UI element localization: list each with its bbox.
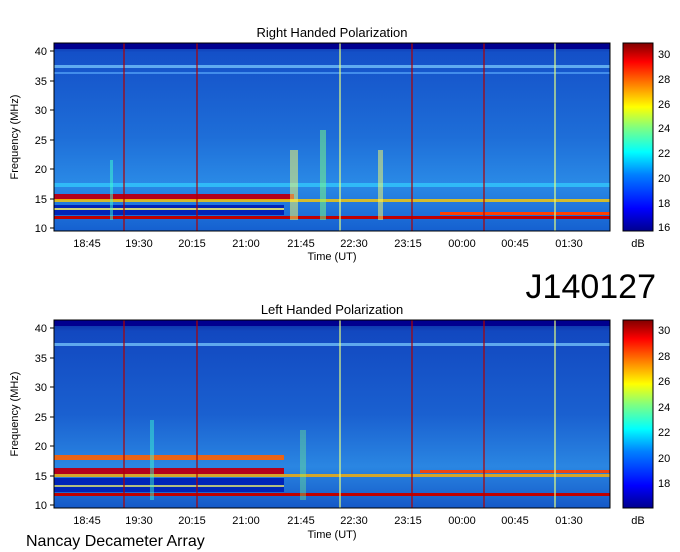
heatmap-plot-area — [53, 319, 611, 509]
colorbar-tick-label: 28 — [658, 74, 670, 86]
heatmap-background — [54, 43, 610, 231]
heatmap-band-18mhz — [54, 455, 284, 460]
x-tick-label: 20:15 — [178, 238, 206, 250]
x-axis: 18:45 19:30 20:15 21:00 21:45 22:30 23:1… — [73, 238, 583, 263]
colorbar: 16 18 20 22 24 26 28 30 dB — [622, 42, 670, 250]
x-tick-label: 23:15 — [394, 515, 422, 527]
footer-label: Nancay Decameter Array — [26, 533, 205, 550]
panel-left-polarization: Left Handed Polarization 10 15 20 25 30 … — [9, 302, 670, 541]
heatmap-burst-1 — [150, 420, 154, 500]
x-tick-label: 22:30 — [340, 238, 368, 250]
colorbar-tick-label: 26 — [658, 99, 670, 111]
heatmap-burst-3 — [378, 150, 383, 220]
x-tick-label: 19:30 — [125, 238, 153, 250]
y-tick-label: 25 — [35, 135, 47, 147]
heatmap-band-18mhz-cyan — [54, 183, 610, 187]
heatmap-band-15mhz — [54, 474, 610, 477]
heatmap-burst-1 — [290, 150, 298, 220]
heatmap-burst-4 — [110, 160, 113, 220]
heatmap-band-35mhz — [54, 72, 610, 74]
x-tick-label: 23:15 — [394, 238, 422, 250]
x-tick-label: 21:00 — [232, 515, 260, 527]
y-axis-label: Frequency (MHz) — [9, 372, 21, 457]
colorbar-tick-label: 30 — [658, 49, 670, 61]
panel-right-polarization: Right Handed Polarization 10 15 20 25 30… — [9, 25, 670, 263]
colorbar-tick-label: 22 — [658, 427, 670, 439]
y-tick-label: 30 — [35, 105, 47, 117]
heatmap-band-late — [420, 470, 610, 473]
colorbar-gradient — [622, 42, 654, 232]
x-axis-label: Time (UT) — [307, 251, 356, 263]
y-axis: 10 15 20 25 30 35 40 Frequency (MHz) — [9, 46, 54, 235]
heatmap-top-band — [54, 320, 610, 326]
x-tick-label: 21:00 — [232, 238, 260, 250]
heatmap-band-12mhz — [54, 216, 610, 219]
x-tick-label: 21:45 — [287, 515, 315, 527]
colorbar-gradient — [622, 319, 654, 509]
heatmap-band-12mhz — [54, 493, 610, 496]
x-tick-label: 00:45 — [501, 515, 529, 527]
y-tick-label: 15 — [35, 194, 47, 206]
colorbar-tick-label: 24 — [658, 402, 670, 414]
heatmap-top-band — [54, 43, 610, 49]
x-tick-label: 19:30 — [125, 515, 153, 527]
figure-id: J140127 — [526, 268, 656, 306]
chart-title: Right Handed Polarization — [256, 25, 407, 40]
heatmap-band-15mhz — [54, 199, 610, 202]
colorbar-tick-label: 24 — [658, 123, 670, 135]
colorbar-tick-label: 18 — [658, 198, 670, 210]
x-tick-label: 00:00 — [448, 515, 476, 527]
colorbar-unit-label: dB — [631, 515, 644, 527]
y-tick-label: 10 — [35, 223, 47, 235]
y-axis: 10 15 20 25 30 35 40 Frequency (MHz) — [9, 323, 54, 512]
y-tick-label: 35 — [35, 353, 47, 365]
y-axis-label: Frequency (MHz) — [9, 95, 21, 180]
heatmap-band-36mhz — [54, 65, 610, 68]
colorbar-tick-label: 28 — [658, 351, 670, 363]
colorbar-tick-label: 18 — [658, 478, 670, 490]
y-tick-label: 20 — [35, 441, 47, 453]
colorbar-tick-label: 20 — [658, 453, 670, 465]
colorbar-tick-label: 20 — [658, 173, 670, 185]
x-tick-label: 00:45 — [501, 238, 529, 250]
y-tick-label: 35 — [35, 76, 47, 88]
heatmap-band-13mhz — [54, 208, 284, 210]
colorbar-tick-label: 22 — [658, 148, 670, 160]
colorbar-tick-label: 26 — [658, 376, 670, 388]
x-tick-label: 18:45 — [73, 515, 101, 527]
y-tick-label: 40 — [35, 46, 47, 58]
heatmap-band-16mhz — [54, 468, 284, 474]
x-tick-label: 01:30 — [555, 515, 583, 527]
colorbar: 18 20 22 24 26 28 30 dB — [622, 319, 670, 527]
colorbar-unit-label: dB — [631, 238, 644, 250]
colorbar-tick-label: 16 — [658, 222, 670, 234]
heatmap-burst-2 — [300, 430, 306, 500]
chart-title: Left Handed Polarization — [261, 302, 403, 317]
y-tick-label: 20 — [35, 164, 47, 176]
y-tick-label: 30 — [35, 382, 47, 394]
y-tick-label: 25 — [35, 412, 47, 424]
y-tick-label: 40 — [35, 323, 47, 335]
x-tick-label: 01:30 — [555, 238, 583, 250]
heatmap-plot-area — [53, 42, 611, 232]
heatmap-band-late — [440, 212, 610, 215]
x-axis-label: Time (UT) — [307, 529, 356, 541]
x-tick-label: 18:45 — [73, 238, 101, 250]
x-tick-label: 21:45 — [287, 238, 315, 250]
heatmap-band-36mhz — [54, 343, 610, 346]
x-tick-label: 00:00 — [448, 238, 476, 250]
colorbar-tick-label: 30 — [658, 325, 670, 337]
spectrogram-figure: Right Handed Polarization 10 15 20 25 30… — [9, 25, 670, 550]
heatmap-band-13mhz — [54, 485, 284, 487]
x-tick-label: 22:30 — [340, 515, 368, 527]
y-tick-label: 10 — [35, 500, 47, 512]
y-tick-label: 15 — [35, 471, 47, 483]
heatmap-burst-2 — [320, 130, 326, 220]
x-tick-label: 20:15 — [178, 515, 206, 527]
